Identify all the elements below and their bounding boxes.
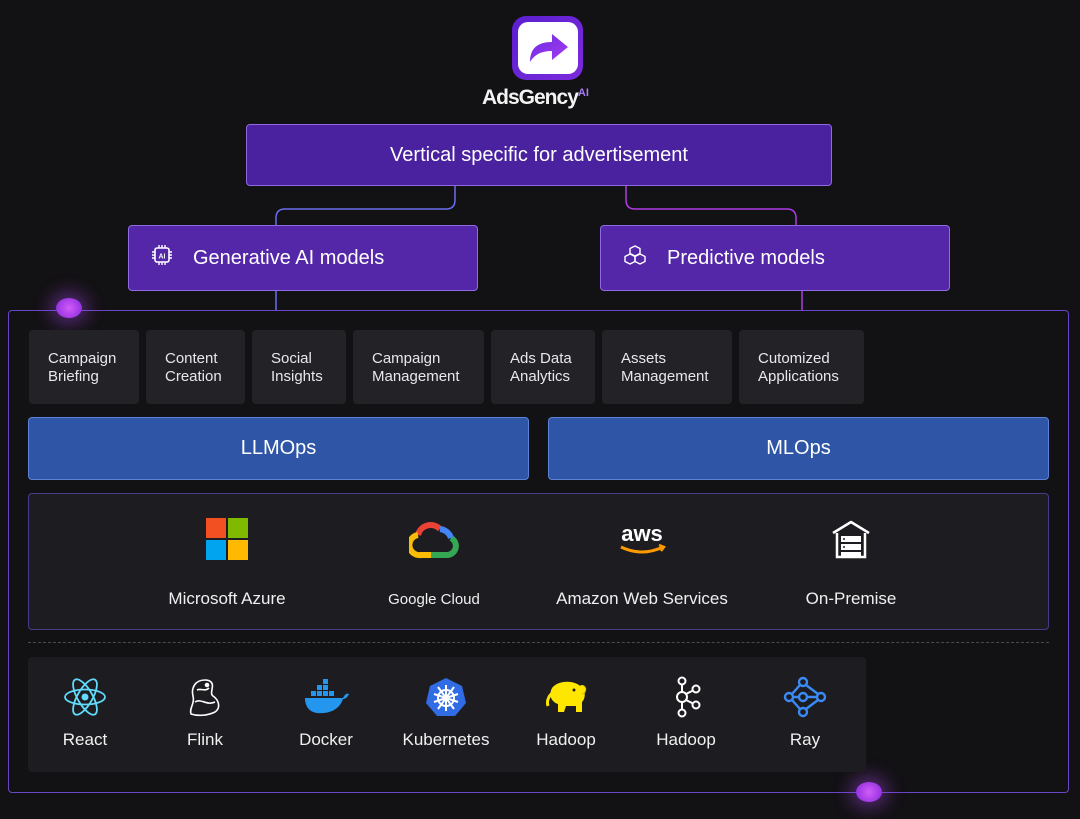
predictive-models-box: Predictive models <box>600 225 950 291</box>
tool-label: Docker <box>299 730 353 749</box>
predictive-label: Predictive models <box>667 246 825 269</box>
tool-item-flink: Flink <box>150 675 260 750</box>
tool-label: Hadoop <box>656 730 716 749</box>
google-cloud-logo-icon <box>334 514 534 564</box>
mlops-label: MLOps <box>766 437 831 459</box>
ai-chip-icon: AI <box>151 244 173 272</box>
docker-icon <box>271 675 381 719</box>
app-card-line: Campaign <box>48 350 117 367</box>
kubernetes-icon <box>391 675 501 719</box>
tool-label: React <box>62 730 108 749</box>
aws-logo-icon: aws <box>542 514 742 564</box>
llmops-label: LLMOps <box>240 437 317 459</box>
ray-icon <box>750 675 860 719</box>
cloud-label: Microsoft Azure <box>168 589 286 608</box>
tool-label: Flink <box>187 730 223 749</box>
app-card-line: Ads Data <box>510 350 572 367</box>
app-card-line: Social <box>271 350 312 367</box>
cloud-label: Amazon Web Services <box>556 589 728 608</box>
glow-dot <box>56 298 82 318</box>
tool-label: Ray <box>789 730 821 749</box>
cloud-item-on-premise: On-Premise <box>751 514 951 609</box>
llmops-bar: LLMOps <box>28 417 529 480</box>
divider <box>28 642 1049 643</box>
react-icon <box>30 675 140 719</box>
glow-dot <box>856 782 882 802</box>
cloud-item-google: Google Cloud <box>334 514 534 608</box>
cloud-label: Google Cloud <box>388 591 480 608</box>
app-card-campaign-management: Campaign Management <box>353 330 484 404</box>
tools-panel: React Flink Docker Kubernetes Hadoop Had… <box>28 657 866 772</box>
tool-label: Hadoop <box>536 730 596 749</box>
cloud-label: On-Premise <box>805 589 897 608</box>
flink-icon <box>150 675 260 719</box>
tool-item-react: React <box>30 675 140 750</box>
tool-label: Kubernetes <box>402 730 490 749</box>
tool-item-hadoop: Hadoop <box>511 675 621 750</box>
app-card-ads-data-analytics: Ads Data Analytics <box>491 330 595 404</box>
generative-ai-models-box: AI Generative AI models <box>128 225 478 291</box>
app-card-line: Applications <box>758 368 839 385</box>
tool-item-kubernetes: Kubernetes <box>391 675 501 750</box>
generative-ai-label: Generative AI models <box>193 246 385 269</box>
mlops-bar: MLOps <box>548 417 1049 480</box>
microsoft-logo-icon <box>127 514 327 564</box>
vertical-box: Vertical specific for advertisement <box>246 124 832 186</box>
svg-text:AI: AI <box>159 254 166 261</box>
app-card-line: Analytics <box>510 368 571 385</box>
cloud-item-aws: aws Amazon Web Services <box>542 514 742 609</box>
tool-item-docker: Docker <box>271 675 381 750</box>
app-card-customized-applications: Cutomized Applications <box>739 330 864 404</box>
hadoop-elephant-icon <box>511 675 621 719</box>
app-card-line: Cutomized <box>758 350 830 367</box>
app-card-line: Management <box>372 368 460 385</box>
app-card-line: Insights <box>271 368 323 385</box>
cloud-providers-panel: Microsoft Azure Google Cloud aws Amazon … <box>28 493 1049 630</box>
app-card-assets-management: Assets Management <box>602 330 732 404</box>
app-card-line: Assets <box>621 350 667 367</box>
kafka-nodes-icon <box>631 675 741 719</box>
app-card-line: Campaign <box>372 350 441 367</box>
cubes-icon <box>623 244 647 272</box>
vertical-label: Vertical specific for advertisement <box>390 143 688 166</box>
app-card-social-insights: Social Insights <box>252 330 346 404</box>
tool-item-ray: Ray <box>750 675 860 750</box>
app-card-content-creation: Content Creation <box>146 330 245 404</box>
app-card-line: Management <box>621 368 709 385</box>
tool-item-hadoop-nodes: Hadoop <box>631 675 741 750</box>
app-card-campaign-briefing: Campaign Briefing <box>29 330 139 404</box>
app-card-line: Content <box>165 350 218 367</box>
cloud-item-azure: Microsoft Azure <box>127 514 327 609</box>
server-house-icon <box>751 514 951 564</box>
app-card-line: Briefing <box>48 368 99 385</box>
app-card-line: Creation <box>165 368 222 385</box>
aws-wordmark: aws <box>621 521 663 546</box>
